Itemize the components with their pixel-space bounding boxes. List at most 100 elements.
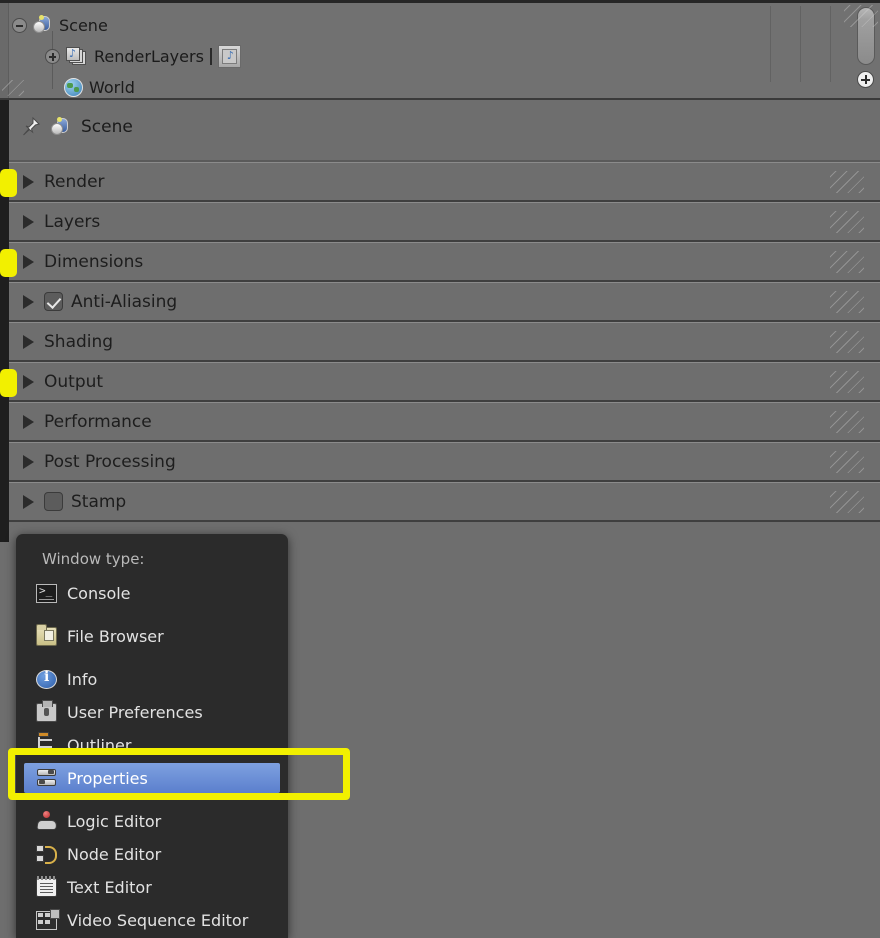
panel-header-layers[interactable]: Layers (9, 202, 880, 242)
panel-header-performance[interactable]: Performance (9, 402, 880, 442)
menu-item-properties[interactable]: Properties (24, 763, 280, 793)
panel-grip-icon (830, 211, 864, 233)
folder-icon (36, 623, 57, 646)
node-editor-icon (36, 844, 57, 864)
panel-label: Dimensions (44, 251, 144, 272)
anti-aliasing-checkbox[interactable] (44, 292, 63, 311)
outliner-row-world[interactable]: World (64, 73, 135, 101)
panel-label: Stamp (71, 491, 127, 512)
panel-header-stamp[interactable]: Stamp (9, 482, 880, 522)
panel-label: Shading (44, 331, 114, 352)
scene-icon (33, 15, 53, 35)
panel-grip-icon (830, 171, 864, 193)
menu-item-label: Outliner (67, 735, 132, 755)
plus-icon[interactable] (857, 71, 874, 88)
properties-left-margin (0, 162, 9, 542)
panel-grip-icon (830, 371, 864, 393)
chevron-right-icon[interactable] (23, 454, 34, 469)
properties-panel-list: Render Layers Dimensions Anti-Aliasing S… (0, 162, 880, 542)
outliner-label-world: World (89, 77, 135, 97)
menu-item-label: Node Editor (67, 844, 162, 864)
menu-item-label: Text Editor (67, 877, 152, 897)
outliner-label-scene: Scene (59, 15, 108, 35)
stamp-checkbox[interactable] (44, 492, 63, 511)
panel-grip-icon (830, 411, 864, 433)
outliner-grip-icon (2, 80, 24, 96)
panel-label: Post Processing (44, 451, 176, 472)
logic-editor-icon (36, 810, 57, 831)
outliner-row-renderlayers[interactable]: ♪ RenderLayers ♪ (45, 42, 241, 70)
menu-item-label: User Preferences (67, 702, 203, 722)
chevron-right-icon[interactable] (23, 294, 34, 309)
outliner-editor[interactable]: Scene ♪ RenderLayers ♪ World (0, 0, 880, 100)
chevron-right-icon[interactable] (23, 254, 34, 269)
panel-header-render[interactable]: Render (9, 162, 880, 202)
panel-label: Performance (44, 411, 152, 432)
world-icon (64, 77, 83, 97)
outliner-label-renderlayers: RenderLayers (94, 46, 204, 66)
chevron-right-icon[interactable] (23, 174, 34, 189)
menu-item-label: Console (67, 583, 131, 603)
chevron-right-icon[interactable] (23, 414, 34, 429)
outliner-column-divider (800, 6, 801, 82)
panel-label: Layers (44, 211, 101, 232)
preferences-icon (36, 699, 57, 722)
menu-item-text-editor[interactable]: Text Editor (24, 872, 280, 902)
panel-grip-icon (830, 451, 864, 473)
panel-label: Render (44, 171, 105, 192)
text-editor-icon (36, 875, 57, 897)
panel-grip-icon (830, 491, 864, 513)
menu-item-user-preferences[interactable]: User Preferences (24, 697, 280, 727)
outliner-icon (36, 731, 57, 755)
render-layer-thumb-icon[interactable]: ♪ (217, 44, 241, 68)
outliner-separator (209, 47, 212, 65)
annotation-marker-render (0, 169, 17, 197)
panel-header-post-processing[interactable]: Post Processing (9, 442, 880, 482)
chevron-right-icon[interactable] (23, 334, 34, 349)
properties-datablock-label: Scene (81, 116, 133, 137)
render-layers-icon: ♪ (66, 46, 88, 66)
menu-item-info[interactable]: Info (24, 664, 280, 694)
blender-window: Scene ♪ RenderLayers ♪ World Scene Rende… (0, 0, 880, 938)
menu-item-video-sequence-editor[interactable]: Video Sequence Editor (24, 905, 280, 935)
annotation-marker-dimensions (0, 249, 17, 277)
outliner-grip-icon (844, 5, 878, 27)
menu-item-label: Properties (67, 768, 148, 788)
window-type-menu-title: Window type: (42, 550, 145, 568)
collapse-minus-icon[interactable] (12, 17, 27, 33)
outliner-column-divider (770, 6, 771, 82)
properties-header: Scene (0, 100, 880, 162)
panel-grip-icon (830, 331, 864, 353)
menu-item-console[interactable]: Console (24, 578, 280, 608)
properties-left-margin (0, 100, 9, 162)
menu-item-node-editor[interactable]: Node Editor (24, 839, 280, 869)
chevron-right-icon[interactable] (23, 494, 34, 509)
chevron-right-icon[interactable] (23, 214, 34, 229)
panel-label: Anti-Aliasing (71, 291, 178, 312)
outliner-column-divider (830, 6, 831, 82)
menu-item-label: File Browser (67, 626, 164, 646)
panel-grip-icon (830, 291, 864, 313)
window-type-menu[interactable]: Window type: Console File Browser Info U… (16, 534, 288, 938)
menu-item-outliner[interactable]: Outliner (24, 730, 280, 760)
menu-item-file-browser[interactable]: File Browser (24, 621, 280, 651)
menu-item-label: Video Sequence Editor (67, 910, 249, 930)
panel-header-dimensions[interactable]: Dimensions (9, 242, 880, 282)
panel-header-output[interactable]: Output (9, 362, 880, 402)
panel-header-shading[interactable]: Shading (9, 322, 880, 362)
chevron-right-icon[interactable] (23, 374, 34, 389)
info-icon (36, 669, 57, 689)
menu-item-logic-editor[interactable]: Logic Editor (24, 806, 280, 836)
properties-icon (36, 768, 57, 788)
scene-icon (51, 116, 71, 137)
panel-header-anti-aliasing[interactable]: Anti-Aliasing (9, 282, 880, 322)
expand-plus-icon[interactable] (45, 48, 60, 64)
menu-item-label: Info (67, 669, 98, 689)
vse-icon (36, 908, 60, 930)
annotation-marker-output (0, 369, 17, 397)
panel-grip-icon (830, 251, 864, 273)
menu-item-label: Logic Editor (67, 811, 162, 831)
panel-label: Output (44, 371, 104, 392)
pin-icon[interactable] (20, 116, 41, 137)
outliner-row-scene[interactable]: Scene (12, 11, 108, 39)
